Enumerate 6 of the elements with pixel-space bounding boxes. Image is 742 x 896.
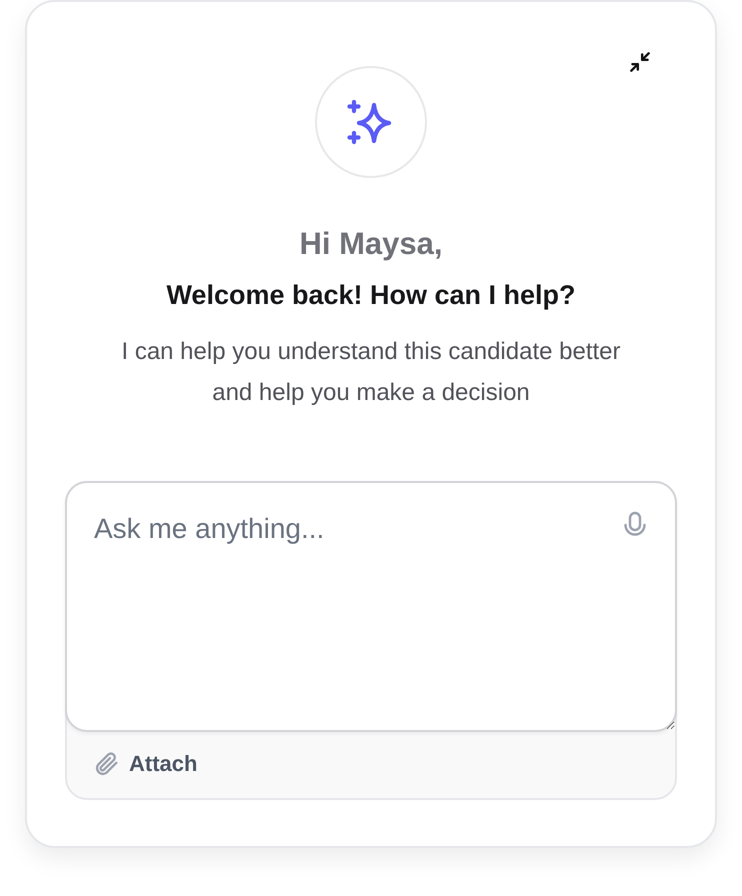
attach-button[interactable]: Attach <box>67 732 224 798</box>
greeting-text: Hi Maysa, <box>299 226 442 262</box>
subtitle-text: I can help you understand this candidate better and help you make a decision <box>120 337 622 408</box>
welcome-heading: Welcome back! How can I help? <box>166 280 576 311</box>
message-input[interactable]: Ask me anything... <box>65 481 677 732</box>
minimize-button[interactable] <box>627 49 653 75</box>
